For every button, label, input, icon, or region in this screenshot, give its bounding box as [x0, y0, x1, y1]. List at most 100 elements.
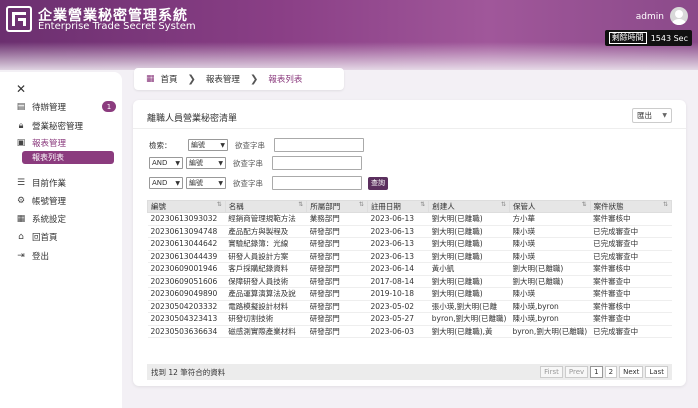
table-cell: 研發部門 [306, 262, 368, 276]
field-select-3[interactable]: 編號 ▼ [186, 177, 226, 189]
search-input-1[interactable] [274, 138, 364, 152]
column-header[interactable]: 保管人 ⇅ [508, 200, 591, 213]
table-cell: 已完成審查中 [590, 225, 672, 238]
column-header[interactable]: 註冊日期 ⇅ [366, 200, 430, 213]
sidebar-item-logout[interactable]: ⇥ 登出 [16, 249, 116, 263]
table-row[interactable]: 20230613044642 實驗紀錄簿：光線 研發部門 2023-06-13 劉大明(… [147, 237, 672, 251]
sidebar-item-home[interactable]: ⌂ 回首頁 [16, 230, 116, 244]
sort-icon[interactable]: ⇅ [217, 201, 222, 208]
search-input-3[interactable] [272, 176, 362, 190]
filter-row-1: 檢索： 編號 ▼ 欲查字串 [149, 138, 364, 152]
sidebar-item-label: 目前作業 [32, 179, 67, 189]
table-cell: 2023-06-13 [367, 237, 429, 251]
logic-select-3[interactable]: AND ▼ [149, 177, 183, 189]
sort-icon[interactable]: ⇅ [582, 201, 587, 208]
logic-select-2[interactable]: AND ▼ [149, 157, 183, 169]
table-row[interactable]: 20230613094748 產品配方與製程及 研發部門 2023-06-13 劉大明(… [147, 225, 672, 238]
sidebar-item-current-task[interactable]: ☰ 目前作業 [16, 176, 116, 190]
sidebar: ✕ ▤ 待辦管理 1 🔒︎ 營業秘密管理 ▣ 報表管理 報表列表 ☰ 目前作業 … [0, 72, 122, 408]
sort-icon[interactable]: ⇅ [420, 201, 425, 208]
lock-icon: 🔒︎ [18, 121, 24, 131]
last-page-button[interactable]: Last [645, 366, 668, 378]
column-header-label: 名稱 [228, 202, 244, 211]
field-select-value: 編號 [191, 141, 205, 149]
column-header[interactable]: 名稱 ⇅ [224, 200, 308, 213]
breadcrumb-home[interactable]: 首頁 [161, 73, 178, 85]
field-select-value: 編號 [189, 179, 203, 187]
sort-icon[interactable]: ⇅ [663, 201, 668, 208]
chevron-right-icon: ❯ [249, 73, 259, 85]
page-title: 離職人員營業秘密清單 [147, 114, 238, 124]
sidebar-item-accounts[interactable]: ⚙ 帳號管理 [16, 194, 116, 208]
table-cell: 20230503636634 [147, 325, 226, 338]
table-cell: 陳小瑛 [509, 225, 591, 238]
page-2-button[interactable]: 2 [604, 366, 618, 378]
sidebar-item-label: 帳號管理 [32, 197, 67, 207]
sort-icon[interactable]: ⇅ [359, 201, 364, 208]
sidebar-item-label: 回首頁 [32, 233, 58, 243]
search-input-2[interactable] [272, 156, 362, 170]
page-1-button[interactable]: 1 [590, 366, 603, 378]
timer-value: 1543 Sec [650, 33, 688, 43]
column-header-label: 保管人 [512, 202, 536, 211]
table-header-row: 編號 ⇅ 名稱 ⇅ 所屬部門 ⇅ 註冊日期 ⇅ 創建人 ⇅ 保管人 ⇅ 案件狀態 ⇅ [147, 200, 673, 213]
grid-icon: ▦ [146, 74, 155, 84]
sidebar-subitem-report-list[interactable]: 報表列表 [22, 151, 114, 164]
sidebar-item-reports[interactable]: ▣ 報表管理 [16, 136, 116, 150]
avatar[interactable] [670, 7, 688, 25]
table-cell: byron,劉大明(已離職) [428, 312, 510, 326]
table-body: 20230613093032 經銷商管理規範方法 業務部門 2023-06-13 劉大明… [147, 212, 672, 338]
inbox-icon: ▤ [16, 102, 26, 112]
table-cell: 產品配方與製程及 [225, 225, 307, 238]
table-cell: 已完成審查中 [590, 325, 672, 338]
table-cell: 案件審核中 [590, 212, 672, 226]
column-header[interactable]: 所屬部門 ⇅ [306, 200, 368, 213]
table-row[interactable]: 20230613093032 經銷商管理規範方法 業務部門 2023-06-13 劉大明… [147, 212, 672, 226]
field-select-2[interactable]: 編號 ▼ [186, 157, 226, 169]
field-select-1[interactable]: 編號 ▼ [188, 139, 228, 151]
table-cell: 劉大明(已離職) [428, 275, 510, 288]
query-button[interactable]: 查詢 [368, 176, 388, 190]
sort-icon[interactable]: ⇅ [501, 201, 506, 208]
table-cell: 案件審核中 [590, 262, 672, 276]
breadcrumb-reports[interactable]: 報表管理 [206, 73, 240, 85]
table-cell: 案件審核中 [590, 300, 672, 313]
table-cell: 張小瑛,劉大明(已離 [428, 300, 510, 313]
table-footer: 找到 12 筆符合的資料 First Prev 1 2 Next Last [147, 364, 672, 380]
table-row[interactable]: 20230504323413 研發切割技術 研發部門 2023-05-27 byron,… [147, 312, 672, 326]
table-row[interactable]: 20230609051606 保障研發人員技術 研發部門 2017-08-14 劉大明(… [147, 275, 672, 288]
prev-page-button[interactable]: Prev [564, 366, 589, 378]
table-cell: 20230609001946 [147, 262, 226, 276]
column-header-label: 創建人 [432, 202, 455, 211]
logout-icon: ⇥ [17, 251, 25, 261]
table-cell: 產品運算演算法及說 [225, 287, 307, 301]
report-card: 離職人員營業秘密清單 匯出 ▼ 檢索： 編號 ▼ 欲查字串 AND ▼ 編號 ▼… [133, 100, 686, 386]
table-row[interactable]: 20230609049890 產品運算演算法及說 研發部門 2019-10-18 劉大明… [147, 287, 672, 301]
field-select-value: 編號 [189, 159, 203, 167]
table-row[interactable]: 20230609001946 客戶採購紀錄資料 研發部門 2023-06-14 黃小凱劉… [147, 262, 672, 276]
table-cell: 經銷商管理規範方法 [225, 212, 307, 226]
column-header[interactable]: 創建人 ⇅ [428, 200, 510, 213]
sidebar-item-todo[interactable]: ▤ 待辦管理 1 [16, 100, 116, 114]
sort-icon[interactable]: ⇅ [298, 201, 303, 208]
column-header[interactable]: 編號 ⇅ [147, 200, 226, 213]
table-row[interactable]: 20230613044439 研發人員設計方案 研發部門 2023-06-13 劉大明(… [147, 250, 672, 263]
search-label: 檢索： [149, 140, 172, 150]
app-subtitle: Enterprise Trade Secret System [38, 21, 196, 32]
column-header[interactable]: 案件狀態 ⇅ [589, 200, 673, 213]
export-label: 匯出 [637, 111, 652, 120]
export-select[interactable]: 匯出 ▼ [632, 108, 672, 123]
table-row[interactable]: 20230504203332 電路模擬設計材料 研發部門 2023-05-02 張小瑛,… [147, 300, 672, 313]
table-cell: 20230504323413 [147, 312, 226, 326]
logo-icon [6, 6, 32, 32]
first-page-button[interactable]: First [540, 366, 563, 378]
user-name[interactable]: admin [636, 12, 664, 22]
table-row[interactable]: 20230503636634 磁感測實際產業材料 研發部門 2023-06-03 劉大明… [147, 325, 672, 338]
column-header-label: 編號 [151, 202, 166, 211]
sidebar-item-trade-secret[interactable]: 🔒︎ 營業秘密管理 [16, 119, 116, 133]
table-cell: 劉大明(已離職) [428, 237, 510, 251]
next-page-button[interactable]: Next [619, 366, 644, 378]
sidebar-item-settings[interactable]: ▦ 系統設定 [16, 212, 116, 226]
close-icon[interactable]: ✕ [16, 82, 26, 96]
table-cell: 研發部門 [306, 275, 368, 288]
